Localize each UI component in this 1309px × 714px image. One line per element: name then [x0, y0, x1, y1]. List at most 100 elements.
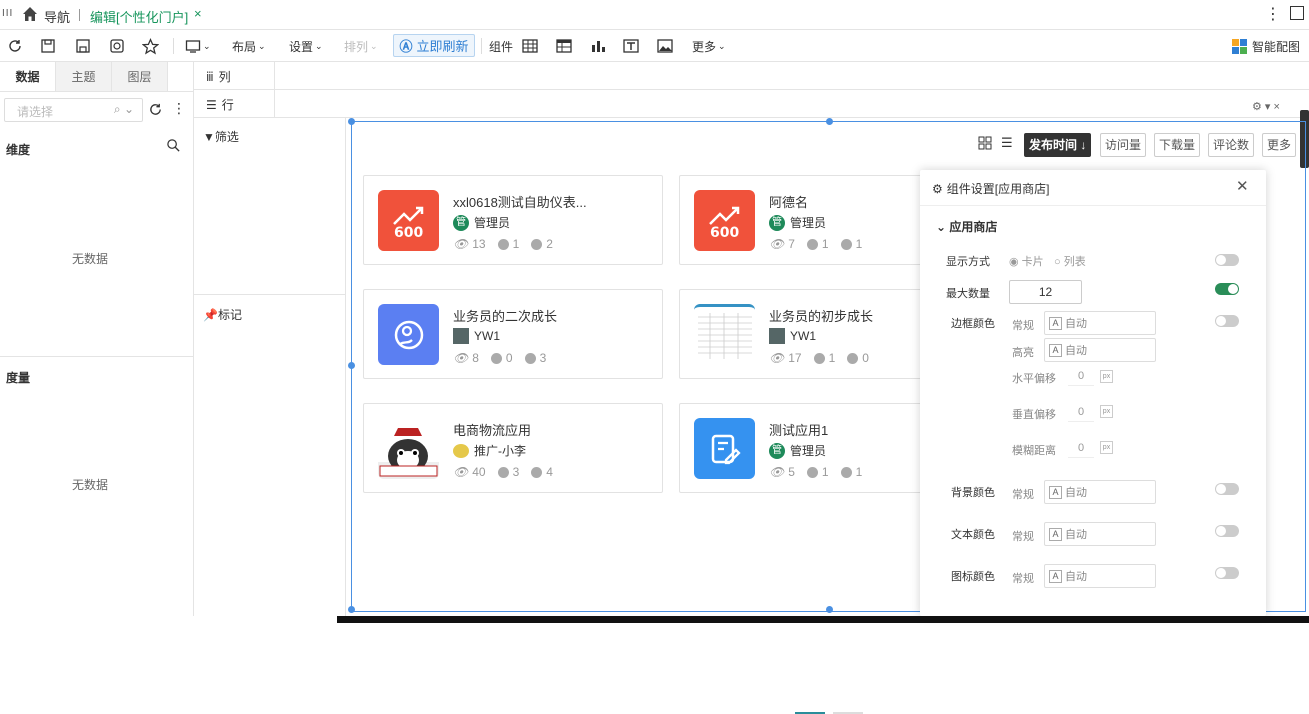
app-owner: YW1 [453, 328, 500, 344]
save-as-icon[interactable] [75, 36, 91, 56]
dimension-heading: 维度 [6, 143, 31, 157]
grid-view-icon[interactable] [978, 136, 992, 153]
download-icon [490, 352, 502, 364]
sort-publish-time-button[interactable]: 发布时间 ↓ [1024, 133, 1092, 157]
more-components-menu[interactable]: 更多 ⌄ [692, 36, 726, 56]
table-component-icon[interactable] [522, 36, 538, 56]
refresh-now-button[interactable]: Ⓐ 立即刷新 [393, 34, 475, 57]
resize-handle[interactable] [826, 118, 833, 125]
layout-menu[interactable]: 布局 ⌄ [232, 36, 266, 56]
menu-icon[interactable]: III [2, 8, 13, 19]
columns-shelf[interactable]: ⅲ列 [194, 62, 1309, 90]
mark-shelf[interactable]: 📌标记 [203, 306, 242, 323]
rows-shelf[interactable]: ☰ 行 [194, 90, 1309, 118]
display-mode-toggle[interactable] [1215, 254, 1239, 266]
toolbar-divider [481, 38, 482, 54]
list-view-icon[interactable]: ☰ [1001, 135, 1013, 151]
smart-chart-icon [1232, 38, 1247, 54]
comment-icon [847, 352, 859, 364]
search-icon[interactable] [166, 138, 181, 156]
save-icon[interactable] [40, 36, 56, 56]
device-dropdown[interactable]: ⌄ [185, 36, 211, 56]
app-stats: 👁 8 0 3 [453, 351, 547, 365]
tab-separator [79, 9, 80, 21]
crosstab-component-icon[interactable] [556, 36, 572, 56]
bar-chart-icon[interactable] [590, 36, 606, 56]
measure-empty: 无数据 [71, 478, 108, 492]
image-component-icon[interactable] [657, 36, 673, 56]
app-card[interactable]: 业务员的二次成长 YW1 👁 8 0 3 [363, 289, 663, 379]
filter-shelf[interactable]: ▼筛选 [203, 128, 239, 145]
text-color-toggle[interactable] [1215, 525, 1239, 537]
px-unit-label: px [1100, 441, 1113, 454]
text-component-icon[interactable] [623, 36, 639, 56]
sort-more-button[interactable]: 更多 [1262, 133, 1297, 157]
more-options-icon[interactable]: ⋮ [172, 100, 186, 117]
sort-downloads-button[interactable]: 下载量 [1154, 133, 1201, 157]
preview-icon[interactable] [109, 36, 125, 56]
bg-color-input[interactable]: A 自动 [1044, 480, 1156, 504]
bg-normal-label: 常规 [1012, 489, 1034, 501]
close-tab-icon[interactable]: × [194, 6, 202, 21]
v-offset-input[interactable]: 0 [1068, 406, 1094, 422]
smart-chart-button[interactable]: 智能配图 [1232, 36, 1300, 56]
maximize-icon[interactable] [1290, 6, 1304, 20]
tab-theme[interactable]: 主题 [56, 62, 112, 91]
radio-card[interactable]: ◉ 卡片 [1009, 253, 1044, 269]
max-count-toggle[interactable] [1215, 283, 1239, 295]
settings-menu[interactable]: 设置 ⌄ [289, 36, 323, 56]
toolbar-divider [173, 38, 174, 54]
comment-icon [840, 466, 852, 478]
chart-up-icon: 600 [694, 190, 755, 251]
blur-input[interactable]: 0 [1068, 442, 1094, 458]
map-pin-icon [378, 304, 439, 365]
views-icon: 👁 [453, 465, 469, 479]
dataset-select[interactable]: 请选择 ⌕ ⌄ [4, 98, 143, 122]
resize-handle[interactable] [348, 118, 355, 125]
blur-label: 模糊距离 [1012, 445, 1056, 457]
favorite-star-icon[interactable] [142, 36, 159, 56]
tab-data[interactable]: 数据 [0, 62, 56, 91]
views-icon: 👁 [769, 237, 785, 251]
icon-color-input[interactable]: A 自动 [1044, 564, 1156, 588]
tab-layers[interactable]: 图层 [112, 62, 168, 91]
app-stats: 👁 7 1 1 [769, 237, 863, 251]
app-title: 阿德名 [769, 195, 809, 210]
reload-icon[interactable] [148, 102, 163, 120]
nav-tab[interactable]: 导航 [44, 7, 70, 26]
text-color-label: 文本颜色 [951, 529, 995, 541]
app-card[interactable]: 电商物流应用 推广-小李 👁 40 3 4 [363, 403, 663, 493]
radio-list[interactable]: ○ 列表 [1054, 253, 1086, 269]
component-gear-controls[interactable]: ⚙ ▾ × [1252, 100, 1280, 113]
close-icon[interactable]: ✕ [1236, 177, 1249, 195]
border-normal-color[interactable]: A 自动 [1044, 311, 1156, 335]
max-count-input[interactable]: 12 [1009, 280, 1082, 304]
resize-handle[interactable] [826, 606, 833, 613]
tab-edit-portal[interactable]: 编辑[个性化门户] [90, 7, 188, 26]
more-vertical-icon[interactable]: ⋮ [1265, 4, 1281, 24]
arrange-menu[interactable]: 排列 ⌄ [344, 36, 378, 56]
border-highlight-label: 高亮 [1012, 347, 1034, 359]
download-icon [806, 466, 818, 478]
icon-color-toggle[interactable] [1215, 567, 1239, 579]
refresh-icon[interactable] [7, 36, 23, 56]
resize-handle[interactable] [348, 606, 355, 613]
section-divider [0, 356, 194, 357]
home-icon[interactable] [22, 6, 38, 22]
bg-color-toggle[interactable] [1215, 483, 1239, 495]
app-card[interactable]: 600 xxl0618测试自助仪表... 管管理员 👁 13 1 2 [363, 175, 663, 265]
component-settings-panel: ⚙ 组件设置[应用商店] ✕ ⌄ 应用商店 显示方式 ◉ 卡片 ○ 列表 最大数量… [920, 170, 1266, 616]
h-offset-input[interactable]: 0 [1068, 370, 1094, 386]
edit-doc-icon [694, 418, 755, 479]
chart-up-icon: 600 [378, 190, 439, 251]
sort-visits-button[interactable]: 访问量 [1100, 133, 1147, 157]
text-color-input[interactable]: A 自动 [1044, 522, 1156, 546]
section-app-store[interactable]: ⌄ 应用商店 [936, 218, 997, 235]
border-color-toggle[interactable] [1215, 315, 1239, 327]
sort-comments-button[interactable]: 评论数 [1208, 133, 1255, 157]
auto-refresh-icon: Ⓐ [399, 39, 413, 54]
icon-normal-label: 常规 [1012, 573, 1034, 585]
search-chevron-icon: ⌕ ⌄ [113, 102, 134, 116]
border-highlight-color[interactable]: A 自动 [1044, 338, 1156, 362]
resize-handle[interactable] [348, 362, 355, 369]
